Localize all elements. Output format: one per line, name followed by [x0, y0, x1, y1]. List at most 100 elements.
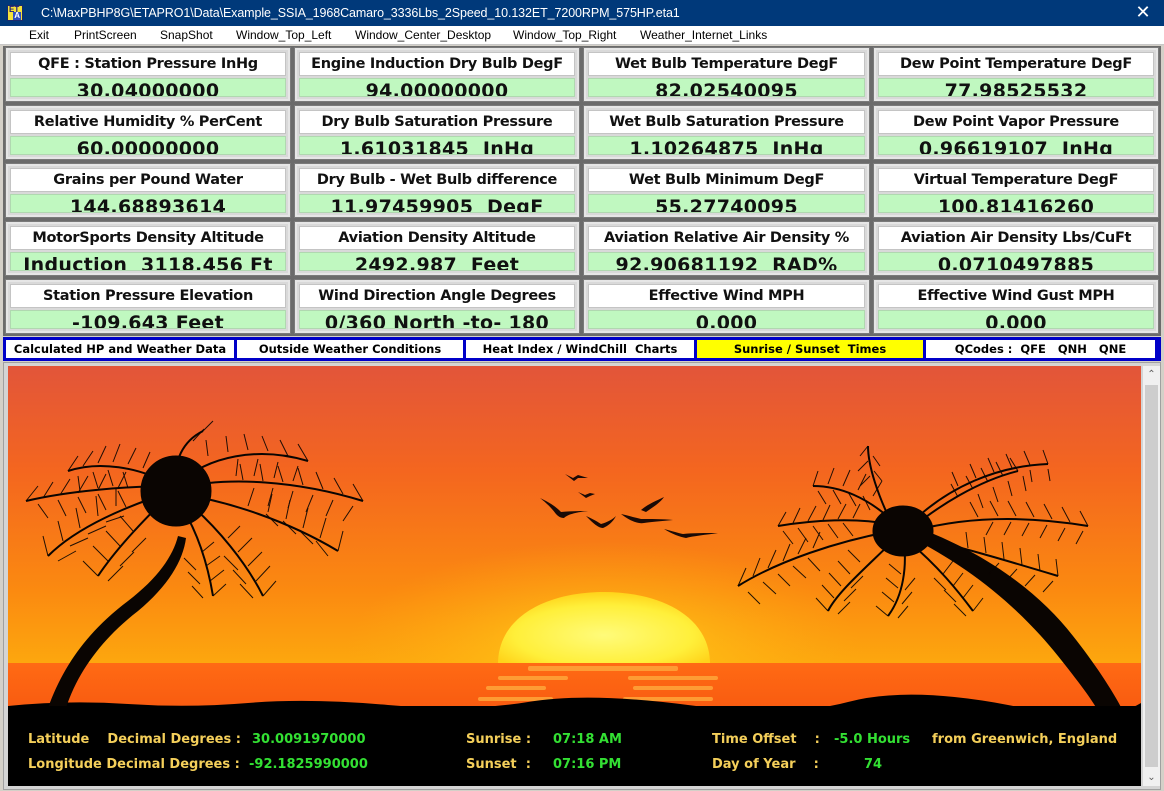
tab-sunrise-sunset[interactable]: Sunrise / Sunset Times	[697, 340, 923, 358]
menu-window-center-desktop[interactable]: Window_Center_Desktop	[355, 28, 491, 42]
card-engine-induction-dry-bulb: Engine Induction Dry Bulb DegF 94.0000000…	[294, 47, 580, 102]
day-of-year-value: 74	[864, 757, 883, 772]
scroll-thumb[interactable]	[1145, 385, 1158, 767]
menu-window-top-right[interactable]: Window_Top_Right	[513, 28, 616, 42]
card-label: QFE : Station Pressure InHg	[10, 52, 286, 76]
time-offset-value: -5.0 Hours	[834, 732, 911, 747]
card-wet-bulb-minimum: Wet Bulb Minimum DegF 55.27740095	[583, 163, 870, 218]
card-station-pressure-elevation: Station Pressure Elevation -109.643 Feet	[5, 279, 291, 334]
sunset-scene: Latitude Decimal Degrees : 30.0091970000…	[8, 366, 1141, 786]
card-virtual-temperature: Virtual Temperature DegF 100.81416260	[873, 163, 1159, 218]
card-value: 0.000	[878, 310, 1154, 329]
tab-qcodes[interactable]: QCodes : QFE QNH QNE	[926, 340, 1155, 358]
card-value: 30.04000000	[10, 78, 286, 97]
card-value: Induction 3118.456 Ft	[10, 252, 286, 271]
time-offset-label: Time Offset :	[712, 732, 820, 747]
card-label: Grains per Pound Water	[10, 168, 286, 192]
card-value: 2492.987 Feet	[299, 252, 575, 271]
menu-exit[interactable]: Exit	[29, 28, 49, 42]
scroll-up-button[interactable]: ⌃	[1143, 366, 1160, 383]
card-label: Virtual Temperature DegF	[878, 168, 1154, 192]
card-label: Engine Induction Dry Bulb DegF	[299, 52, 575, 76]
card-label: Wet Bulb Temperature DegF	[588, 52, 865, 76]
card-value: 0/360 North -to- 180	[299, 310, 575, 329]
card-dew-point-temperature: Dew Point Temperature DegF 77.98525532	[873, 47, 1159, 102]
card-wet-bulb-saturation-pressure: Wet Bulb Saturation Pressure 1.10264875 I…	[583, 105, 870, 160]
card-effective-wind-mph: Effective Wind MPH 0.000	[583, 279, 870, 334]
menu-snapshot[interactable]: SnapShot	[160, 28, 213, 42]
card-aviation-density-altitude: Aviation Density Altitude 2492.987 Feet	[294, 221, 580, 276]
tab-calculated-hp[interactable]: Calculated HP and Weather Data	[6, 340, 234, 358]
card-aviation-air-density: Aviation Air Density Lbs/CuFt 0.071049788…	[873, 221, 1159, 276]
card-value: -109.643 Feet	[10, 310, 286, 329]
longitude-label: Longitude Decimal Degrees :	[28, 757, 240, 772]
card-qfe-station-pressure: QFE : Station Pressure InHg 30.04000000	[5, 47, 291, 102]
menu-printscreen[interactable]: PrintScreen	[74, 28, 137, 42]
card-label: Wind Direction Angle Degrees	[299, 284, 575, 308]
card-dry-bulb-saturation-pressure: Dry Bulb Saturation Pressure 1.61031845 I…	[294, 105, 580, 160]
title-bar: ET A C:\MaxPBHP8G\ETAPRO1\Data\Example_S…	[0, 0, 1164, 26]
card-value: 0.0710497885	[878, 252, 1154, 271]
card-relative-humidity: Relative Humidity % PerCent 60.00000000	[5, 105, 291, 160]
card-value: 0.000	[588, 310, 865, 329]
card-grains-per-pound-water: Grains per Pound Water 144.68893614	[5, 163, 291, 218]
card-dew-point-vapor-pressure: Dew Point Vapor Pressure 0.96619107 InHg	[873, 105, 1159, 160]
card-label: Relative Humidity % PerCent	[10, 110, 286, 134]
card-label: Aviation Density Altitude	[299, 226, 575, 250]
card-label: Dew Point Vapor Pressure	[878, 110, 1154, 134]
card-label: Wet Bulb Saturation Pressure	[588, 110, 865, 134]
card-value: 11.97459905 DegF	[299, 194, 575, 213]
card-value: 92.90681192 RAD%	[588, 252, 865, 271]
card-label: Dry Bulb - Wet Bulb difference	[299, 168, 575, 192]
card-wind-direction-angle: Wind Direction Angle Degrees 0/360 North …	[294, 279, 580, 334]
card-label: Aviation Relative Air Density %	[588, 226, 865, 250]
sun-info-panel: Latitude Decimal Degrees : 30.0091970000…	[8, 706, 1141, 786]
menu-weather-internet-links[interactable]: Weather_Internet_Links	[640, 28, 767, 42]
tab-bar: Calculated HP and Weather Data Outside W…	[3, 337, 1161, 361]
card-value: 1.10264875 InHg	[588, 136, 865, 155]
chevron-down-icon: ⌄	[1147, 772, 1156, 783]
card-motorsports-density-altitude: MotorSports Density Altitude Induction 31…	[5, 221, 291, 276]
close-icon: ✕	[1135, 2, 1151, 23]
card-label: Effective Wind MPH	[588, 284, 865, 308]
close-button[interactable]: ✕	[1130, 2, 1156, 24]
card-value: 100.81416260	[878, 194, 1154, 213]
card-label: Effective Wind Gust MPH	[878, 284, 1154, 308]
weather-data-grid: QFE : Station Pressure InHg 30.04000000 En…	[3, 46, 1161, 336]
card-label: Dew Point Temperature DegF	[878, 52, 1154, 76]
card-label: Station Pressure Elevation	[10, 284, 286, 308]
card-label: Dry Bulb Saturation Pressure	[299, 110, 575, 134]
chevron-up-icon: ⌃	[1147, 369, 1156, 380]
sunset-panel: Latitude Decimal Degrees : 30.0091970000…	[3, 362, 1161, 790]
card-effective-wind-gust-mph: Effective Wind Gust MPH 0.000	[873, 279, 1159, 334]
tab-heat-index-windchill[interactable]: Heat Index / WindChill Charts	[466, 340, 694, 358]
sunset-label: Sunset :	[466, 757, 531, 772]
time-offset-suffix: from Greenwich, England	[932, 732, 1118, 747]
sunrise-value: 07:18 AM	[553, 732, 622, 747]
card-value: 1.61031845 InHg	[299, 136, 575, 155]
day-of-year-label: Day of Year :	[712, 757, 819, 772]
window-title: C:\MaxPBHP8G\ETAPRO1\Data\Example_SSIA_1…	[41, 6, 680, 20]
card-label: Aviation Air Density Lbs/CuFt	[878, 226, 1154, 250]
latitude-label: Latitude Decimal Degrees :	[28, 732, 241, 747]
app-icon-bottom-text: A	[13, 11, 21, 20]
card-dry-wet-bulb-difference: Dry Bulb - Wet Bulb difference 11.9745990…	[294, 163, 580, 218]
menu-window-top-left[interactable]: Window_Top_Left	[236, 28, 331, 42]
latitude-value: 30.0091970000	[252, 732, 366, 747]
card-value: 77.98525532	[878, 78, 1154, 97]
card-value: 60.00000000	[10, 136, 286, 155]
longitude-value: -92.1825990000	[249, 757, 368, 772]
menu-bar: Exit PrintScreen SnapShot Window_Top_Lef…	[0, 26, 1164, 45]
card-value: 82.02540095	[588, 78, 865, 97]
card-value: 55.27740095	[588, 194, 865, 213]
card-label: MotorSports Density Altitude	[10, 226, 286, 250]
card-value: 144.68893614	[10, 194, 286, 213]
card-wet-bulb-temperature: Wet Bulb Temperature DegF 82.02540095	[583, 47, 870, 102]
sunset-value: 07:16 PM	[553, 757, 622, 772]
card-value: 94.00000000	[299, 78, 575, 97]
card-aviation-relative-air-density: Aviation Relative Air Density % 92.906811…	[583, 221, 870, 276]
card-value: 0.96619107 InHg	[878, 136, 1154, 155]
tab-outside-weather[interactable]: Outside Weather Conditions	[237, 340, 463, 358]
scroll-down-button[interactable]: ⌄	[1143, 769, 1160, 786]
vertical-scrollbar[interactable]: ⌃ ⌄	[1143, 366, 1160, 786]
